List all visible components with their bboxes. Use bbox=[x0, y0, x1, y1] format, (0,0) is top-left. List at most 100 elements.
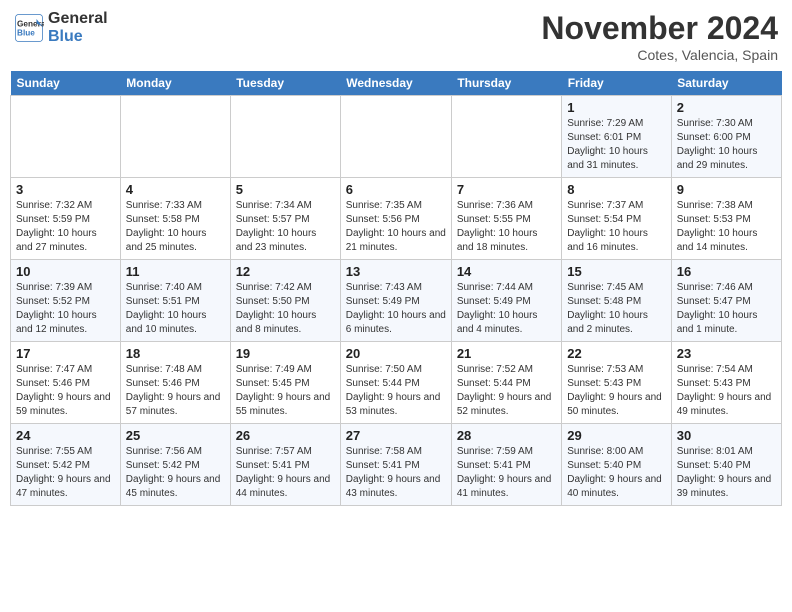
calendar-row: 17Sunrise: 7:47 AM Sunset: 5:46 PM Dayli… bbox=[11, 342, 782, 424]
day-number: 4 bbox=[126, 182, 225, 197]
day-info: Sunrise: 7:35 AM Sunset: 5:56 PM Dayligh… bbox=[346, 199, 446, 255]
calendar-cell: 28 Sunrise: 7:59 AM Sunset: 5:41 PM Dayli… bbox=[451, 424, 561, 506]
calendar-cell: 20 Sunrise: 7:50 AM Sunset: 5:44 PM Dayli… bbox=[340, 342, 451, 424]
day-info: Sunrise: 8:01 AM Sunset: 5:40 PM Dayligh… bbox=[677, 445, 776, 501]
calendar-cell: 14Sunrise: 7:44 AM Sunset: 5:49 PM Dayli… bbox=[451, 260, 561, 342]
calendar-table: SundayMondayTuesdayWednesdayThursdayFrid… bbox=[10, 71, 782, 506]
day-number: 29 bbox=[567, 428, 666, 443]
day-number: 26 bbox=[236, 428, 335, 443]
day-info: Sunrise: 7:50 AM Sunset: 5:44 PM Dayligh… bbox=[346, 363, 446, 419]
day-number: 18 bbox=[126, 346, 225, 361]
day-number: 1 bbox=[567, 100, 666, 115]
day-number: 16 bbox=[677, 264, 776, 279]
day-number: 7 bbox=[457, 182, 556, 197]
logo-blue: Blue bbox=[48, 28, 108, 46]
day-number: 3 bbox=[16, 182, 115, 197]
calendar-cell: 15Sunrise: 7:45 AM Sunset: 5:48 PM Dayli… bbox=[562, 260, 672, 342]
calendar-cell: 16Sunrise: 7:46 AM Sunset: 5:47 PM Dayli… bbox=[671, 260, 781, 342]
calendar-cell: 5 Sunrise: 7:34 AM Sunset: 5:57 PM Daylig… bbox=[230, 178, 340, 260]
calendar-cell: 13 Sunrise: 7:43 AM Sunset: 5:49 PM Dayli… bbox=[340, 260, 451, 342]
calendar-cell: 17Sunrise: 7:47 AM Sunset: 5:46 PM Dayli… bbox=[11, 342, 121, 424]
day-number: 19 bbox=[236, 346, 335, 361]
day-number: 28 bbox=[457, 428, 556, 443]
calendar-cell: 1Sunrise: 7:29 AM Sunset: 6:01 PM Daylig… bbox=[562, 96, 672, 178]
day-info: Sunrise: 7:49 AM Sunset: 5:45 PM Dayligh… bbox=[236, 363, 335, 419]
day-info: Sunrise: 7:36 AM Sunset: 5:55 PM Dayligh… bbox=[457, 199, 556, 255]
day-number: 25 bbox=[126, 428, 225, 443]
location: Cotes, Valencia, Spain bbox=[541, 47, 778, 63]
day-number: 14 bbox=[457, 264, 556, 279]
day-number: 12 bbox=[236, 264, 335, 279]
day-info: Sunrise: 7:58 AM Sunset: 5:41 PM Dayligh… bbox=[346, 445, 446, 501]
calendar-cell: 12 Sunrise: 7:42 AM Sunset: 5:50 PM Dayli… bbox=[230, 260, 340, 342]
calendar-cell: 19 Sunrise: 7:49 AM Sunset: 5:45 PM Dayli… bbox=[230, 342, 340, 424]
calendar-cell: 24Sunrise: 7:55 AM Sunset: 5:42 PM Dayli… bbox=[11, 424, 121, 506]
day-info: Sunrise: 7:52 AM Sunset: 5:44 PM Dayligh… bbox=[457, 363, 556, 419]
calendar-header: SundayMondayTuesdayWednesdayThursdayFrid… bbox=[11, 71, 782, 96]
day-info: Sunrise: 7:57 AM Sunset: 5:41 PM Dayligh… bbox=[236, 445, 335, 501]
header-row: SundayMondayTuesdayWednesdayThursdayFrid… bbox=[11, 71, 782, 96]
calendar-cell: 22 Sunrise: 7:53 AM Sunset: 5:43 PM Dayli… bbox=[562, 342, 672, 424]
title-block: November 2024 Cotes, Valencia, Spain bbox=[541, 10, 778, 63]
day-info: Sunrise: 7:59 AM Sunset: 5:41 PM Dayligh… bbox=[457, 445, 556, 501]
calendar-row: 10Sunrise: 7:39 AM Sunset: 5:52 PM Dayli… bbox=[11, 260, 782, 342]
calendar-cell bbox=[120, 96, 230, 178]
day-number: 27 bbox=[346, 428, 446, 443]
header-day: Saturday bbox=[671, 71, 781, 96]
calendar-cell: 30 Sunrise: 8:01 AM Sunset: 5:40 PM Dayli… bbox=[671, 424, 781, 506]
day-info: Sunrise: 7:42 AM Sunset: 5:50 PM Dayligh… bbox=[236, 281, 335, 337]
day-info: Sunrise: 7:54 AM Sunset: 5:43 PM Dayligh… bbox=[677, 363, 776, 419]
day-info: Sunrise: 7:30 AM Sunset: 6:00 PM Dayligh… bbox=[677, 117, 776, 173]
svg-text:Blue: Blue bbox=[17, 28, 35, 37]
logo-icon: General Blue bbox=[14, 13, 44, 43]
day-number: 9 bbox=[677, 182, 776, 197]
day-info: Sunrise: 7:34 AM Sunset: 5:57 PM Dayligh… bbox=[236, 199, 335, 255]
day-number: 13 bbox=[346, 264, 446, 279]
day-number: 21 bbox=[457, 346, 556, 361]
calendar-cell: 2 Sunrise: 7:30 AM Sunset: 6:00 PM Daylig… bbox=[671, 96, 781, 178]
calendar-cell: 25Sunrise: 7:56 AM Sunset: 5:42 PM Dayli… bbox=[120, 424, 230, 506]
calendar-cell: 9 Sunrise: 7:38 AM Sunset: 5:53 PM Daylig… bbox=[671, 178, 781, 260]
header-day: Thursday bbox=[451, 71, 561, 96]
day-number: 22 bbox=[567, 346, 666, 361]
day-info: Sunrise: 7:43 AM Sunset: 5:49 PM Dayligh… bbox=[346, 281, 446, 337]
day-info: Sunrise: 7:38 AM Sunset: 5:53 PM Dayligh… bbox=[677, 199, 776, 255]
calendar-body: 1Sunrise: 7:29 AM Sunset: 6:01 PM Daylig… bbox=[11, 96, 782, 506]
calendar-cell: 26 Sunrise: 7:57 AM Sunset: 5:41 PM Dayli… bbox=[230, 424, 340, 506]
day-info: Sunrise: 7:37 AM Sunset: 5:54 PM Dayligh… bbox=[567, 199, 666, 255]
header-day: Friday bbox=[562, 71, 672, 96]
calendar-cell: 23 Sunrise: 7:54 AM Sunset: 5:43 PM Dayli… bbox=[671, 342, 781, 424]
day-info: Sunrise: 7:48 AM Sunset: 5:46 PM Dayligh… bbox=[126, 363, 225, 419]
calendar-row: 1Sunrise: 7:29 AM Sunset: 6:01 PM Daylig… bbox=[11, 96, 782, 178]
day-info: Sunrise: 7:33 AM Sunset: 5:58 PM Dayligh… bbox=[126, 199, 225, 255]
calendar-cell: 21 Sunrise: 7:52 AM Sunset: 5:44 PM Dayli… bbox=[451, 342, 561, 424]
calendar-cell: 29 Sunrise: 8:00 AM Sunset: 5:40 PM Dayli… bbox=[562, 424, 672, 506]
day-number: 24 bbox=[16, 428, 115, 443]
day-number: 23 bbox=[677, 346, 776, 361]
calendar-cell: 8 Sunrise: 7:37 AM Sunset: 5:54 PM Daylig… bbox=[562, 178, 672, 260]
calendar-cell: 27 Sunrise: 7:58 AM Sunset: 5:41 PM Dayli… bbox=[340, 424, 451, 506]
day-info: Sunrise: 8:00 AM Sunset: 5:40 PM Dayligh… bbox=[567, 445, 666, 501]
day-number: 5 bbox=[236, 182, 335, 197]
calendar-row: 3Sunrise: 7:32 AM Sunset: 5:59 PM Daylig… bbox=[11, 178, 782, 260]
calendar-cell: 11Sunrise: 7:40 AM Sunset: 5:51 PM Dayli… bbox=[120, 260, 230, 342]
day-info: Sunrise: 7:53 AM Sunset: 5:43 PM Dayligh… bbox=[567, 363, 666, 419]
day-number: 10 bbox=[16, 264, 115, 279]
calendar-cell bbox=[230, 96, 340, 178]
calendar-cell bbox=[451, 96, 561, 178]
header-day: Monday bbox=[120, 71, 230, 96]
day-number: 20 bbox=[346, 346, 446, 361]
day-number: 30 bbox=[677, 428, 776, 443]
header-day: Tuesday bbox=[230, 71, 340, 96]
day-number: 17 bbox=[16, 346, 115, 361]
logo-general: General bbox=[48, 10, 108, 28]
day-number: 2 bbox=[677, 100, 776, 115]
month-title: November 2024 bbox=[541, 10, 778, 47]
calendar-cell: 3Sunrise: 7:32 AM Sunset: 5:59 PM Daylig… bbox=[11, 178, 121, 260]
calendar-cell bbox=[340, 96, 451, 178]
logo: General Blue General Blue bbox=[14, 10, 108, 45]
day-number: 8 bbox=[567, 182, 666, 197]
page-header: General Blue General Blue November 2024 … bbox=[10, 10, 782, 63]
day-info: Sunrise: 7:40 AM Sunset: 5:51 PM Dayligh… bbox=[126, 281, 225, 337]
calendar-cell: 10Sunrise: 7:39 AM Sunset: 5:52 PM Dayli… bbox=[11, 260, 121, 342]
